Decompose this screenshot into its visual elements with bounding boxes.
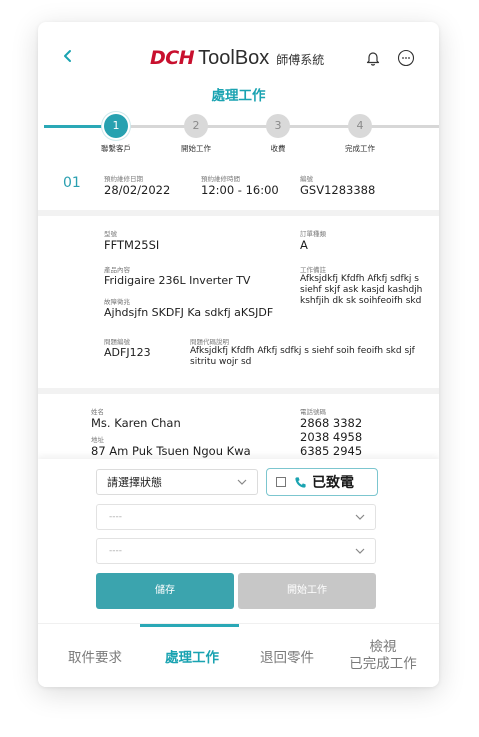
order-type-label: 訂單種類 [300,230,326,238]
page-title: 處理工作 [211,88,266,104]
issue-code-field: 問題編號 ADFJ123 [104,336,151,359]
step-4-label: 完成工作 [345,144,375,153]
model-label: 型號 [104,230,117,238]
tab-process-work[interactable]: 處理工作 [144,624,240,687]
customer-name-value: Ms. Karen Chan [91,416,181,430]
phone-icon [295,476,306,488]
chevron-down-icon [355,548,365,554]
issue-desc-value: Afksjdkfj Kfdfh Afkfj sdfkj s siehf soih… [190,346,415,367]
step-1-circle: 1 [104,114,128,138]
brand-logo: DCH ToolBox 師傅系統 [150,47,324,69]
step-3-label: 收費 [270,144,286,153]
step-4[interactable]: 4 完成工作 [330,114,390,154]
product-name-value: Fridigaire 236L Inverter TV [104,274,251,287]
brand-dch: DCH [150,47,195,69]
step-2[interactable]: 2 開始工作 [166,114,226,154]
step-3-circle: 3 [266,114,290,138]
job-code-field: 編號 GSV1283388 [300,173,375,197]
step-4-circle: 4 [348,114,372,138]
bell-icon[interactable] [365,50,381,66]
customer-name-field: 姓名 Ms. Karen Chan [91,406,181,430]
status-select-value: 請選擇狀態 [107,476,162,489]
appointment-time-value: 12:00 - 16:00 [201,183,279,197]
issue-code-label: 問題編號 [104,338,130,346]
called-toggle-button[interactable]: 已致電 [266,468,378,496]
work-note-value: Afksjdkfj Kfdfh Afkfj sdfkj s siehf skjf… [300,274,423,306]
tab-completed-work[interactable]: 檢視 已完成工作 [336,624,430,687]
product-name-label: 產品內容 [104,266,130,274]
tab-completed-line2: 已完成工作 [349,656,417,672]
job-code-label: 編號 [300,175,313,183]
secondary-select-value: ---- [109,512,122,522]
job-index: 01 [63,175,81,191]
appointment-date-value: 28/02/2022 [104,183,171,197]
model-value: FFTM25SI [104,238,160,252]
issue-desc-field: 問題代碼說明 Afksjdkfj Kfdfh Afkfj sdfkj s sie… [190,336,418,368]
step-2-label: 開始工作 [181,144,211,153]
appointment-time-label: 預約維修時間 [201,175,240,183]
progress-stepper: 1 聯繫客戶 2 開始工作 3 收費 4 完成工作 [38,114,439,158]
customer-address-field: 地址 87 Am Puk Tsuen Ngou Kwa [91,434,251,458]
appointment-date-field: 預約維修日期 28/02/2022 [104,173,170,197]
start-work-button[interactable]: 開始工作 [238,573,376,609]
tab-pickup-requests[interactable]: 取件要求 [52,624,138,687]
brand-toolbox: ToolBox [198,47,270,69]
order-type-field: 訂單種類 A [300,228,326,252]
customer-address-value: 87 Am Puk Tsuen Ngou Kwa [91,444,251,458]
customer-phone-1[interactable]: 2868 3382 [300,416,362,430]
tab-completed-line1: 檢視 [369,639,397,655]
step-3[interactable]: 3 收費 [248,114,308,154]
called-label: 已致電 [312,475,354,491]
appointment-time-field: 預約維修時間 12:00 - 16:00 [201,173,279,197]
order-type-value: A [300,238,308,252]
work-note-field: 工作備註 Afksjdkfj Kfdfh Afkfj sdfkj s siehf… [300,264,425,307]
save-button[interactable]: 儲存 [96,573,234,609]
fault-value: Ajhdsjfn SKDFJ Ka sdkfj aKSJDF [104,306,274,319]
more-dots-icon[interactable] [397,49,415,67]
chevron-down-icon [237,479,247,485]
step-2-circle: 2 [184,114,208,138]
status-select[interactable]: 請選擇狀態 [96,469,258,495]
status-form: 請選擇狀態 已致電 ---- ---- 儲存 開始工作 [38,459,439,624]
section-divider [38,210,439,216]
tertiary-select-value: ---- [109,546,122,556]
model-field: 型號 FFTM25SI [104,228,159,252]
chevron-down-icon [355,514,365,520]
customer-phone-2[interactable]: 2038 4958 [300,430,362,444]
tertiary-select[interactable]: ---- [96,538,376,564]
fault-label: 故障徵兆 [104,298,130,306]
customer-phone-field: 電話號碼 2868 3382 2038 4958 6385 2945 [300,406,362,458]
brand-subtitle: 師傅系統 [276,53,325,67]
app-header: DCH ToolBox 師傅系統 處理工作 [38,22,439,104]
issue-desc-label: 問題代碼說明 [190,338,229,346]
app-screen: DCH ToolBox 師傅系統 處理工作 1 聯繫客戶 2 開始工作 3 收費… [38,22,439,687]
secondary-select[interactable]: ---- [96,504,376,530]
customer-name-label: 姓名 [91,408,104,416]
job-code-value: GSV1283388 [300,183,376,197]
issue-code-value: ADFJ123 [104,346,151,359]
customer-phone-label: 電話號碼 [300,408,326,416]
called-checkbox[interactable] [276,477,286,487]
tab-return-parts[interactable]: 退回零件 [242,624,332,687]
bottom-navigation: 取件要求 處理工作 退回零件 檢視 已完成工作 [38,623,439,687]
customer-address-label: 地址 [91,436,104,444]
step-1-label: 聯繫客戶 [101,144,131,153]
section-divider [38,388,439,394]
step-1[interactable]: 1 聯繫客戶 [86,114,146,154]
customer-phone-3[interactable]: 6385 2945 [300,444,362,458]
product-name-field: 產品內容 Fridigaire 236L Inverter TV [104,264,250,287]
appointment-date-label: 預約維修日期 [104,175,143,183]
fault-field: 故障徵兆 Ajhdsjfn SKDFJ Ka sdkfj aKSJDF [104,296,273,319]
work-note-label: 工作備註 [300,266,326,274]
tab-completed-work-label: 檢視 已完成工作 [349,639,417,673]
back-chevron-icon[interactable] [60,48,76,64]
